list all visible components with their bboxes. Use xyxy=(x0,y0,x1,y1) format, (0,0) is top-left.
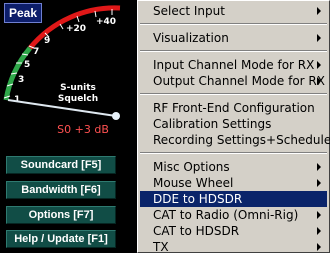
scale-label-plus40: +40 xyxy=(96,17,116,27)
menu-separator xyxy=(140,50,327,52)
menu-item-label: Select Input xyxy=(153,4,225,18)
menu-item-label: TX xyxy=(153,240,169,253)
scale-label-7: 7 xyxy=(33,47,39,57)
menu-item-mouse-wheel[interactable]: Mouse Wheel xyxy=(140,175,327,191)
signal-level-readout: S0 +3 dB xyxy=(57,123,109,136)
meter-title-squelch: Squelch xyxy=(58,94,98,104)
menu-item-output-channel-mode[interactable]: Output Channel Mode for RX xyxy=(140,73,327,89)
menu-item-label: CAT to HDSDR xyxy=(153,224,240,238)
menu-item-misc-options[interactable]: Misc Options xyxy=(140,159,327,175)
submenu-arrow-icon xyxy=(317,77,321,85)
menu-item-label: Calibration Settings xyxy=(153,117,272,131)
menu-item-tx[interactable]: TX xyxy=(140,239,327,253)
scale-label-3: 3 xyxy=(18,75,24,85)
menu-item-cat-to-radio[interactable]: CAT to Radio (Omni-Rig) xyxy=(140,207,327,223)
submenu-arrow-icon xyxy=(317,34,321,42)
menu-item-label: DDE to HDSDR xyxy=(153,192,243,206)
menu-item-cat-to-hdsdr[interactable]: CAT to HDSDR xyxy=(140,223,327,239)
menu-item-label: Input Channel Mode for RX xyxy=(153,58,315,72)
submenu-arrow-icon xyxy=(317,163,321,171)
submenu-arrow-icon xyxy=(317,7,321,15)
submenu-arrow-icon xyxy=(317,243,321,251)
scale-label-plus20: +20 xyxy=(66,24,86,34)
squelch-handle[interactable] xyxy=(112,112,120,120)
menu-item-label: Output Channel Mode for RX xyxy=(153,74,325,88)
submenu-arrow-icon xyxy=(317,227,321,235)
menu-separator xyxy=(140,152,327,154)
meter-arc-green xyxy=(3,46,32,101)
s-meter-panel: 1 3 5 7 9 +20 +40 S-units Squelch Peak S… xyxy=(0,0,140,253)
menu-separator xyxy=(140,23,327,25)
menu-item-label: Misc Options xyxy=(153,160,230,174)
scale-label-1: 1 xyxy=(14,95,20,105)
menu-item-calibration-settings[interactable]: Calibration Settings xyxy=(140,116,327,132)
menu-item-visualization[interactable]: Visualization xyxy=(140,30,327,46)
menu-item-input-channel-mode[interactable]: Input Channel Mode for RX xyxy=(140,57,327,73)
scale-label-9: 9 xyxy=(44,36,50,46)
options-button[interactable]: Options [F7] xyxy=(6,206,116,224)
menu-item-rf-frontend-config[interactable]: RF Front-End Configuration xyxy=(140,100,327,116)
peak-button[interactable]: Peak xyxy=(4,3,43,23)
menu-item-label: Visualization xyxy=(153,31,229,45)
menu-item-label: CAT to Radio (Omni-Rig) xyxy=(153,208,299,222)
scale-label-5: 5 xyxy=(24,60,30,70)
options-context-menu: Select Input Visualization Input Channel… xyxy=(137,0,330,253)
menu-item-label: Mouse Wheel xyxy=(153,176,234,190)
help-update-button[interactable]: Help / Update [F1] xyxy=(6,230,116,248)
menu-item-recording-settings[interactable]: Recording Settings+Scheduler xyxy=(140,132,330,148)
menu-item-select-input[interactable]: Select Input xyxy=(140,3,327,19)
submenu-arrow-icon xyxy=(317,179,321,187)
menu-item-label: RF Front-End Configuration xyxy=(153,101,315,115)
submenu-arrow-icon xyxy=(317,61,321,69)
bandwidth-button[interactable]: Bandwidth [F6] xyxy=(6,181,116,199)
menu-item-dde-to-hdsdr[interactable]: DDE to HDSDR xyxy=(140,191,327,207)
menu-separator xyxy=(140,93,327,95)
menu-item-label: Recording Settings+Scheduler xyxy=(153,133,330,147)
submenu-arrow-icon xyxy=(317,211,321,219)
meter-title-sunits: S-units xyxy=(60,83,96,93)
soundcard-button[interactable]: Soundcard [F5] xyxy=(6,156,116,174)
